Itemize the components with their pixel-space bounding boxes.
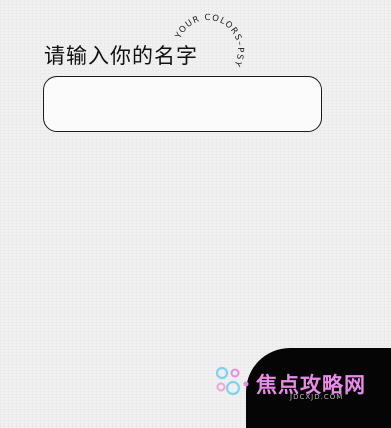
name-input[interactable] xyxy=(43,76,322,132)
svg-text:YOUR COLORS–PSY: YOUR COLORS–PSY xyxy=(173,13,245,69)
watermark: 焦点攻略网 JDCXJD.COM xyxy=(212,364,387,406)
watermark-url: JDCXJD.COM xyxy=(290,393,344,401)
badge-text: YOUR COLORS–PSY xyxy=(173,13,244,69)
watermark-logo-icon xyxy=(215,366,249,396)
